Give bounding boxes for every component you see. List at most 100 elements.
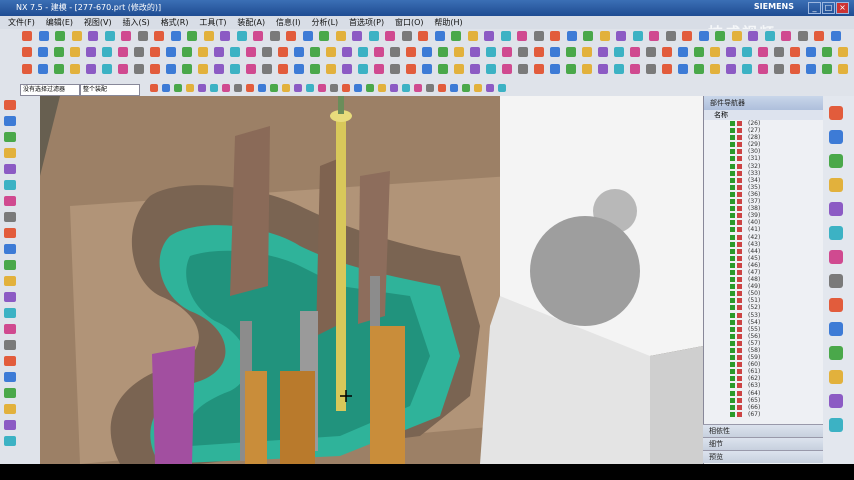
menu-assembly[interactable]: 装配(A): [237, 17, 265, 28]
toolbar-tool-icon[interactable]: [174, 84, 182, 92]
toolbar-tool-icon[interactable]: [4, 292, 16, 302]
visibility-checkbox[interactable]: [730, 319, 735, 325]
toolbar-tool-icon[interactable]: [829, 250, 843, 264]
toolbar-tool-icon[interactable]: [374, 64, 384, 74]
navigator-row[interactable]: (36): [704, 191, 824, 198]
toolbar-tool-icon[interactable]: [550, 31, 560, 41]
navigator-row[interactable]: (44): [704, 248, 824, 255]
toolbar-tool-icon[interactable]: [118, 64, 128, 74]
visibility-checkbox[interactable]: [730, 369, 735, 375]
toolbar-tool-icon[interactable]: [4, 196, 16, 206]
navigator-column-header[interactable]: 名称: [704, 110, 824, 120]
toolbar-tool-icon[interactable]: [4, 308, 16, 318]
navigator-row[interactable]: (51): [704, 297, 824, 304]
navigator-row[interactable]: (38): [704, 205, 824, 212]
toolbar-tool-icon[interactable]: [470, 47, 480, 57]
toolbar-tool-icon[interactable]: [583, 31, 593, 41]
toolbar-tool-icon[interactable]: [533, 31, 544, 41]
navigator-row[interactable]: (29): [704, 141, 824, 148]
toolbar-tool-icon[interactable]: [806, 47, 816, 57]
toolbar-tool-icon[interactable]: [4, 244, 16, 254]
visibility-checkbox[interactable]: [730, 184, 735, 190]
toolbar-tool-icon[interactable]: [438, 84, 446, 92]
toolbar-tool-icon[interactable]: [166, 64, 176, 74]
toolbar-tool-icon[interactable]: [731, 31, 742, 41]
navigator-row[interactable]: (35): [704, 184, 824, 191]
navigator-row[interactable]: (50): [704, 290, 824, 297]
toolbar-tool-icon[interactable]: [270, 84, 278, 92]
toolbar-tool-icon[interactable]: [598, 47, 608, 57]
toolbar-tool-icon[interactable]: [829, 154, 843, 168]
visibility-checkbox[interactable]: [730, 177, 735, 183]
toolbar-tool-icon[interactable]: [335, 31, 346, 41]
toolbar-tool-icon[interactable]: [182, 64, 192, 74]
toolbar-tool-icon[interactable]: [829, 178, 843, 192]
toolbar-tool-icon[interactable]: [467, 31, 478, 41]
toolbar-tool-icon[interactable]: [246, 64, 256, 74]
visibility-checkbox[interactable]: [730, 312, 735, 318]
toolbar-tool-icon[interactable]: [598, 64, 608, 74]
visibility-checkbox[interactable]: [730, 284, 735, 290]
toolbar-tool-icon[interactable]: [649, 31, 659, 41]
toolbar-tool-icon[interactable]: [214, 47, 224, 57]
toolbar-tool-icon[interactable]: [246, 47, 256, 57]
navigator-row[interactable]: (30): [704, 148, 824, 155]
toolbar-tool-icon[interactable]: [829, 298, 843, 312]
toolbar-tool-icon[interactable]: [354, 84, 362, 92]
toolbar-tool-icon[interactable]: [352, 31, 362, 41]
toolbar-tool-icon[interactable]: [662, 47, 672, 57]
visibility-checkbox[interactable]: [730, 376, 735, 382]
toolbar-tool-icon[interactable]: [614, 64, 624, 74]
toolbar-tool-icon[interactable]: [451, 31, 461, 41]
toolbar-tool-icon[interactable]: [682, 31, 692, 41]
toolbar-tool-icon[interactable]: [310, 47, 320, 57]
toolbar-tool-icon[interactable]: [4, 324, 16, 334]
toolbar-tool-icon[interactable]: [790, 64, 800, 74]
toolbar-tool-icon[interactable]: [632, 31, 643, 41]
toolbar-tool-icon[interactable]: [253, 31, 263, 41]
toolbar-tool-icon[interactable]: [86, 64, 96, 74]
menu-info[interactable]: 信息(I): [276, 17, 301, 28]
visibility-checkbox[interactable]: [730, 248, 735, 254]
visibility-checkbox[interactable]: [730, 305, 735, 311]
navigator-row[interactable]: (40): [704, 219, 824, 226]
navigator-row[interactable]: (34): [704, 177, 824, 184]
toolbar-tool-icon[interactable]: [715, 31, 725, 41]
visibility-checkbox[interactable]: [730, 170, 735, 176]
navigator-row[interactable]: (64): [704, 390, 824, 397]
visibility-checkbox[interactable]: [730, 220, 735, 226]
toolbar-tool-icon[interactable]: [406, 64, 416, 74]
visibility-checkbox[interactable]: [730, 227, 735, 233]
navigator-row[interactable]: (56): [704, 333, 824, 340]
visibility-checkbox[interactable]: [730, 269, 735, 275]
toolbar-tool-icon[interactable]: [774, 64, 784, 74]
toolbar-tool-icon[interactable]: [474, 84, 482, 92]
toolbar-tool-icon[interactable]: [366, 84, 374, 92]
toolbar-tool-icon[interactable]: [764, 31, 775, 41]
toolbar-tool-icon[interactable]: [830, 31, 841, 41]
toolbar-tool-icon[interactable]: [286, 31, 296, 41]
toolbar-tool-icon[interactable]: [198, 84, 206, 92]
minimize-button[interactable]: _: [808, 2, 821, 14]
toolbar-tool-icon[interactable]: [220, 31, 230, 41]
toolbar-tool-icon[interactable]: [22, 47, 32, 57]
toolbar-tool-icon[interactable]: [358, 47, 368, 57]
toolbar-tool-icon[interactable]: [70, 47, 80, 57]
visibility-checkbox[interactable]: [730, 128, 735, 134]
toolbar-tool-icon[interactable]: [517, 31, 527, 41]
toolbar-tool-icon[interactable]: [4, 212, 16, 222]
toolbar-tool-icon[interactable]: [134, 47, 144, 57]
menu-insert[interactable]: 插入(S): [122, 17, 149, 28]
toolbar-tool-icon[interactable]: [294, 84, 302, 92]
visibility-checkbox[interactable]: [730, 241, 735, 247]
toolbar-tool-icon[interactable]: [385, 31, 395, 41]
toolbar-tool-icon[interactable]: [566, 31, 577, 41]
toolbar-tool-icon[interactable]: [246, 84, 254, 92]
toolbar-tool-icon[interactable]: [829, 418, 843, 432]
toolbar-tool-icon[interactable]: [401, 31, 412, 41]
menu-preferences[interactable]: 首选项(P): [349, 17, 384, 28]
toolbar-tool-icon[interactable]: [781, 31, 791, 41]
toolbar-tool-icon[interactable]: [374, 47, 384, 57]
toolbar-tool-icon[interactable]: [198, 64, 208, 74]
visibility-checkbox[interactable]: [730, 234, 735, 240]
